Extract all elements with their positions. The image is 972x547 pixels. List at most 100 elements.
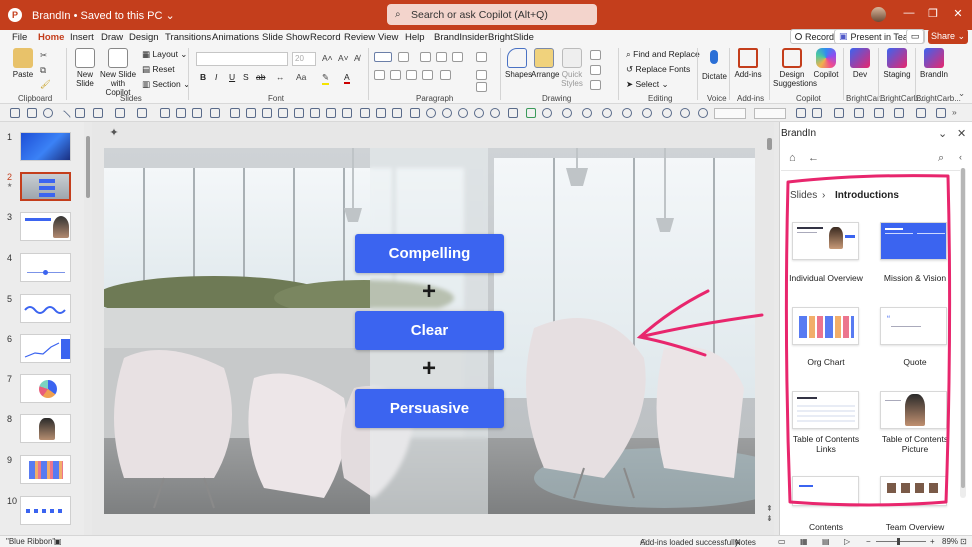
align-bottom-icon[interactable] — [342, 108, 352, 118]
size-height-icon[interactable] — [376, 108, 386, 118]
increase-font-icon[interactable]: A˄ — [322, 53, 333, 63]
pane-search-icon[interactable]: ⌕ — [938, 152, 944, 165]
tab-insert[interactable]: Insert — [70, 32, 94, 43]
normal-view-icon[interactable]: ▭ — [778, 537, 786, 546]
add-ins-button[interactable]: Add-ins — [734, 48, 762, 79]
smartart-icon[interactable] — [476, 82, 487, 92]
dev-button[interactable]: Dev — [847, 48, 873, 79]
ungroup-tool-icon[interactable] — [230, 108, 240, 118]
layout-button[interactable]: ▦ Layout ⌄ — [142, 49, 187, 60]
align-center-tool-icon[interactable] — [176, 108, 186, 118]
star-8-icon[interactable] — [642, 108, 652, 118]
copy-icon[interactable]: ⧉ — [40, 65, 46, 76]
reading-view-icon[interactable]: ▤ — [822, 537, 830, 546]
star-outline-icon[interactable] — [562, 108, 572, 118]
tab-brandinsider[interactable]: BrandInsider — [434, 32, 488, 43]
tab-file[interactable]: File — [12, 32, 27, 43]
bullets-icon[interactable] — [374, 52, 392, 62]
grid-tool-icon[interactable] — [874, 108, 884, 118]
toolbar-overflow-icon[interactable]: » — [952, 107, 957, 117]
bring-forward-icon[interactable] — [246, 108, 256, 118]
next-slide-icon[interactable]: ⇟ — [766, 514, 773, 523]
format-painter-icon[interactable]: 🖌 — [40, 79, 51, 90]
slide-thumbnail-6[interactable] — [20, 334, 71, 363]
merge-union-icon[interactable] — [426, 108, 436, 118]
height-input[interactable] — [754, 108, 786, 119]
tab-record[interactable]: Record — [310, 32, 341, 43]
tab-home[interactable]: Home — [38, 32, 65, 46]
reset-button[interactable]: ▤ Reset — [142, 64, 175, 75]
rotate-icon[interactable] — [392, 108, 402, 118]
design-suggestions-button[interactable]: Design Suggestions — [773, 48, 817, 88]
shape-fill-icon[interactable] — [590, 50, 601, 60]
link-tool-icon[interactable] — [936, 108, 946, 118]
section-button[interactable]: ▥ Section ⌄ — [142, 79, 190, 90]
zoom-slider[interactable] — [876, 541, 926, 542]
replace-fonts-button[interactable]: ↺ Replace Fonts — [626, 64, 690, 75]
minimize-icon[interactable]: — — [902, 7, 916, 19]
align-right-tool-icon[interactable] — [192, 108, 202, 118]
align-center-icon[interactable] — [390, 70, 401, 80]
tab-slide-show[interactable]: Slide Show — [262, 32, 310, 43]
clear-format-icon[interactable]: A̸ — [354, 53, 360, 63]
slide-thumbnail-4[interactable] — [20, 253, 71, 282]
star-11-icon[interactable] — [698, 108, 708, 118]
size-width-icon[interactable] — [360, 108, 370, 118]
slide-thumbnail-7[interactable] — [20, 374, 71, 403]
star-10-icon[interactable] — [680, 108, 690, 118]
zoom-in-icon[interactable]: + — [930, 537, 935, 546]
thumbnails-scroll-thumb[interactable] — [86, 136, 90, 198]
distribute-v-icon[interactable] — [294, 108, 304, 118]
align-right-icon[interactable] — [406, 70, 417, 80]
merge-subtract-icon[interactable] — [490, 108, 500, 118]
fill-tool-icon[interactable] — [812, 108, 822, 118]
highlight-icon[interactable]: ✎ — [322, 72, 330, 85]
tab-animations[interactable]: Animations — [212, 32, 259, 43]
document-title[interactable]: BrandIn • Saved to this PC ⌄ — [32, 9, 175, 22]
slide-thumbnail-8[interactable] — [20, 414, 71, 443]
close-icon[interactable]: ✕ — [951, 7, 965, 20]
restore-icon[interactable]: ❐ — [926, 7, 940, 20]
merge-combine-icon[interactable] — [442, 108, 452, 118]
outline-color-icon[interactable] — [115, 108, 125, 118]
tab-transitions[interactable]: Transitions — [165, 32, 211, 43]
eyedropper-icon[interactable] — [526, 108, 536, 118]
search-input[interactable]: ⌕ Search or ask Copilot (Alt+Q) — [387, 4, 597, 25]
shape-effects-icon[interactable] — [590, 80, 601, 90]
cut-icon[interactable]: ✂ — [40, 50, 47, 61]
dictate-button[interactable]: Dictate — [702, 48, 727, 81]
new-slide-with-copilot-button[interactable]: New Slide with Copilot — [100, 48, 136, 97]
font-color-icon[interactable]: A — [344, 72, 350, 84]
oval-icon[interactable] — [43, 108, 53, 118]
record-button[interactable]: Record — [790, 29, 840, 44]
star-9-icon[interactable] — [662, 108, 672, 118]
crop-icon[interactable] — [508, 108, 518, 118]
slide-sorter-icon[interactable]: ▦ — [800, 537, 808, 546]
decrease-font-icon[interactable]: A˅ — [338, 53, 349, 63]
font-name-input[interactable] — [196, 52, 288, 66]
pill-compelling[interactable]: Compelling — [355, 234, 504, 273]
shapes-button[interactable]: Shapes — [505, 48, 532, 79]
tab-design[interactable]: Design — [129, 32, 159, 43]
brandin-button[interactable]: BrandIn — [918, 48, 950, 79]
align-left-tool-icon[interactable] — [160, 108, 170, 118]
selection-pane-icon[interactable] — [796, 108, 806, 118]
pane-collapse-icon[interactable]: ⌄ — [938, 127, 947, 140]
align-text-icon[interactable] — [476, 70, 487, 80]
fit-to-window-icon[interactable]: ⊡ — [960, 537, 967, 546]
find-and-replace-button[interactable]: ⌕ Find and Replace — [626, 49, 700, 60]
pill-persuasive[interactable]: Persuasive — [355, 389, 504, 428]
pane-scroll-thumb[interactable] — [961, 168, 965, 488]
justify-icon[interactable] — [422, 70, 433, 80]
editor-scroll-thumb[interactable] — [767, 138, 772, 150]
star-6-icon[interactable] — [602, 108, 612, 118]
pill-clear[interactable]: Clear — [355, 311, 504, 350]
slide-show-icon[interactable]: ▷ — [844, 537, 850, 546]
bold-button[interactable]: B — [200, 72, 206, 82]
ribbon-expand-icon[interactable]: ⌄ — [958, 88, 965, 99]
accessibility-icon[interactable]: ▣ — [54, 537, 62, 546]
table-tool-icon[interactable] — [854, 108, 864, 118]
align-middle-icon[interactable] — [326, 108, 336, 118]
prev-slide-icon[interactable]: ⇞ — [766, 504, 773, 513]
send-backward-icon[interactable] — [262, 108, 272, 118]
